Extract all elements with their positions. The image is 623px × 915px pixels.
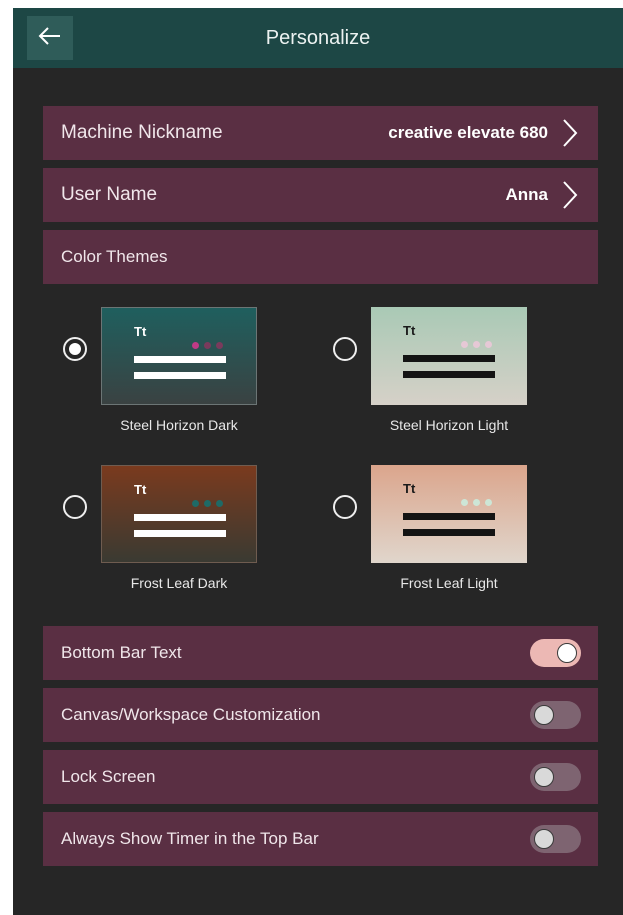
toggle-knob (534, 829, 554, 849)
theme-preview[interactable]: Tt (371, 465, 527, 563)
preview-bar (134, 530, 226, 537)
back-button[interactable] (27, 16, 73, 60)
preview-bar (403, 355, 495, 362)
theme-preview[interactable]: Tt (101, 465, 257, 563)
machine-nickname-row[interactable]: Machine Nickname creative elevate 680 (43, 106, 598, 160)
timer-top-bar-toggle[interactable] (530, 825, 581, 853)
preview-dot (485, 341, 492, 348)
preview-dot (192, 342, 199, 349)
theme-radio[interactable] (63, 337, 87, 361)
preview-dot (461, 341, 468, 348)
bottom-bar-text-label: Bottom Bar Text (61, 643, 182, 662)
theme-name: Frost Leaf Dark (130, 575, 228, 591)
theme-name: Steel Horizon Light (389, 417, 509, 433)
theme-sample-text: Tt (134, 482, 147, 497)
machine-nickname-value: creative elevate 680 (388, 123, 548, 142)
preview-dot (204, 500, 211, 507)
user-name-value: Anna (505, 185, 549, 204)
preview-dot (216, 342, 223, 349)
theme-option-steel-horizon-dark[interactable]: Tt Steel Horizon Dark (63, 307, 283, 447)
preview-bar (403, 529, 495, 536)
bottom-bar-text-row: Bottom Bar Text (43, 626, 598, 680)
theme-sample-text: Tt (403, 481, 416, 496)
theme-preview[interactable]: Tt (101, 307, 257, 405)
theme-sample-text: Tt (134, 324, 147, 339)
user-name-row[interactable]: User Name Anna (43, 168, 598, 222)
color-themes-row: Color Themes (43, 230, 598, 284)
color-themes-label: Color Themes (61, 247, 168, 266)
preview-dot (216, 500, 223, 507)
preview-dot (485, 499, 492, 506)
top-bar: Personalize (13, 8, 623, 68)
preview-bar (403, 513, 495, 520)
timer-top-bar-row: Always Show Timer in the Top Bar (43, 812, 598, 866)
theme-name: Steel Horizon Dark (120, 417, 238, 433)
preview-dot (473, 499, 480, 506)
theme-option-steel-horizon-light[interactable]: Tt Steel Horizon Light (333, 307, 553, 447)
theme-radio[interactable] (333, 337, 357, 361)
user-name-label: User Name (61, 184, 158, 205)
theme-name: Frost Leaf Light (400, 575, 498, 591)
page-title: Personalize (265, 27, 371, 49)
theme-option-frost-leaf-light[interactable]: Tt Frost Leaf Light (333, 465, 553, 605)
preview-bar (403, 371, 495, 378)
lock-screen-toggle[interactable] (530, 763, 581, 791)
preview-dot (204, 342, 211, 349)
preview-bar (134, 372, 226, 379)
preview-bar (134, 356, 226, 363)
chevron-right-icon (562, 180, 580, 210)
chevron-right-icon (562, 118, 580, 148)
preview-dot (461, 499, 468, 506)
canvas-customization-toggle[interactable] (530, 701, 581, 729)
theme-option-frost-leaf-dark[interactable]: Tt Frost Leaf Dark (63, 465, 283, 605)
bottom-bar-text-toggle[interactable] (530, 639, 581, 667)
toggle-knob (534, 767, 554, 787)
preview-dot (473, 341, 480, 348)
arrow-left-icon (38, 26, 62, 51)
machine-nickname-label: Machine Nickname (61, 122, 223, 143)
lock-screen-label: Lock Screen (61, 767, 156, 786)
preview-dot (192, 500, 199, 507)
preview-bar (134, 514, 226, 521)
theme-radio[interactable] (63, 495, 87, 519)
theme-preview[interactable]: Tt (371, 307, 527, 405)
personalize-screen: Personalize Machine Nickname creative el… (13, 8, 623, 915)
theme-sample-text: Tt (403, 323, 416, 338)
theme-radio[interactable] (333, 495, 357, 519)
toggle-knob (557, 643, 577, 663)
canvas-customization-label: Canvas/Workspace Customization (61, 705, 321, 724)
timer-top-bar-label: Always Show Timer in the Top Bar (61, 829, 319, 848)
lock-screen-row: Lock Screen (43, 750, 598, 804)
canvas-customization-row: Canvas/Workspace Customization (43, 688, 598, 742)
toggle-knob (534, 705, 554, 725)
